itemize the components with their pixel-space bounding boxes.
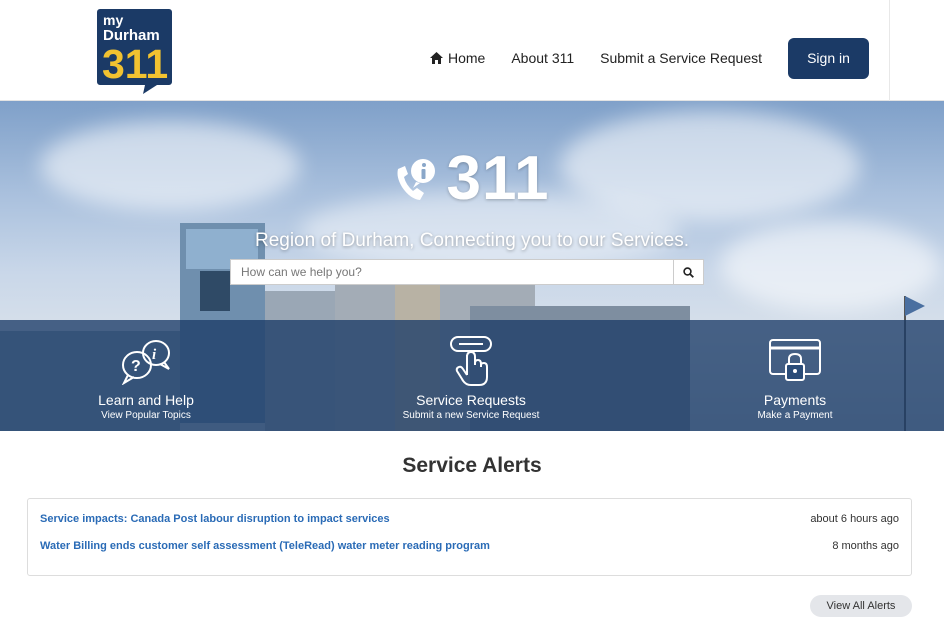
site-header: my Durham 311 Home About 311 Submit a Se… (0, 0, 944, 101)
search-icon (683, 266, 694, 278)
alert-link[interactable]: Water Billing ends customer self assessm… (40, 540, 490, 552)
search-button[interactable] (673, 259, 704, 285)
view-all-alerts-button[interactable]: View All Alerts (810, 595, 912, 617)
alert-timestamp: 8 months ago (832, 540, 899, 552)
alert-link[interactable]: Service impacts: Canada Post labour disr… (40, 513, 390, 525)
tile-payments[interactable]: Payments Make a Payment (745, 320, 845, 431)
hand-pointer-icon (450, 336, 492, 386)
home-icon (429, 52, 443, 64)
main-nav: Home About 311 Submit a Service Request … (429, 37, 869, 79)
tile-sublabel: Submit a new Service Request (402, 410, 540, 421)
nav-about-label: About 311 (511, 50, 575, 66)
tile-sublabel: Make a Payment (757, 410, 833, 421)
svg-text:my: my (103, 12, 123, 28)
quick-links-bar: ? i Learn and Help View Popular Topics S… (0, 320, 944, 431)
nav-home-label: Home (447, 50, 486, 66)
my-durham-311-logo[interactable]: my Durham 311 (97, 9, 172, 94)
phone-info-icon (397, 158, 436, 200)
list-item: Water Billing ends customer self assessm… (40, 538, 899, 554)
alert-timestamp: about 6 hours ago (810, 513, 899, 525)
list-item: Service impacts: Canada Post labour disr… (40, 511, 899, 527)
tile-learn-and-help[interactable]: ? i Learn and Help View Popular Topics (86, 320, 206, 431)
nav-submit-label: Submit a Service Request (600, 50, 762, 66)
header-divider (889, 0, 890, 101)
nav-submit-request-link[interactable]: Submit a Service Request (600, 50, 762, 66)
question-info-bubbles-icon: ? i (121, 340, 170, 385)
nav-about-link[interactable]: About 311 (511, 50, 574, 66)
tile-sublabel: View Popular Topics (101, 410, 191, 421)
search-input[interactable] (230, 259, 673, 285)
hero-311-text: 311 (446, 144, 550, 213)
hero-banner: 311 Region of Durham, Connecting you to … (0, 101, 944, 431)
svg-text:?: ? (131, 358, 141, 375)
service-alerts-list: Service impacts: Canada Post labour disr… (27, 498, 912, 576)
svg-text:i: i (152, 347, 157, 363)
tile-label: Learn and Help (98, 392, 194, 408)
hero-title: 311 (0, 143, 944, 214)
card-lock-icon (769, 339, 821, 381)
hero-subtitle: Region of Durham, Connecting you to our … (254, 230, 690, 251)
tile-label: Service Requests (416, 392, 526, 408)
sign-in-button[interactable]: Sign in (788, 37, 869, 79)
svg-text:311: 311 (102, 41, 168, 87)
tile-service-requests[interactable]: Service Requests Submit a new Service Re… (396, 320, 546, 431)
service-alerts-heading: Service Alerts (402, 454, 542, 477)
nav-home-link[interactable]: Home (429, 50, 486, 66)
search-bar (230, 259, 704, 285)
tile-label: Payments (763, 392, 827, 408)
